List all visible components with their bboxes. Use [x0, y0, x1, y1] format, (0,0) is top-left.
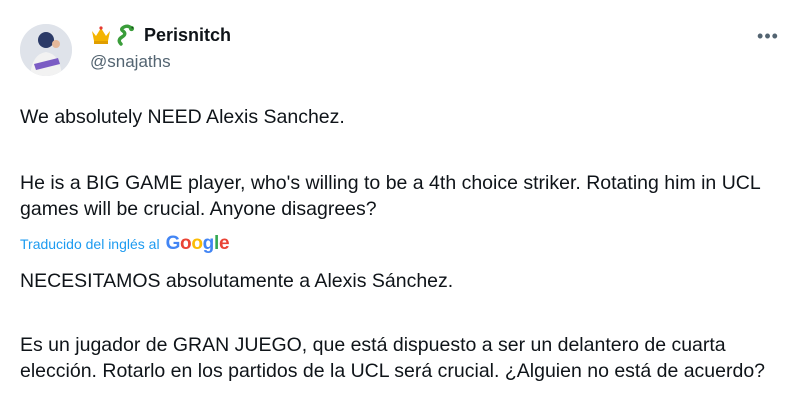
translation-notice[interactable]: Traducido del inglés al Google: [20, 233, 230, 255]
crown-icon: [92, 26, 110, 44]
translated-text-paragraph2: Es un jugador de GRAN JUEGO, que está di…: [20, 334, 766, 382]
display-name[interactable]: Perisnitch: [144, 25, 231, 46]
tweet-card: Perisnitch @snajaths ••• We absolutely N…: [0, 0, 800, 411]
google-logo: Google: [165, 233, 230, 254]
tweet-text-line1: We absolutely NEED Alexis Sanchez.: [20, 106, 345, 128]
tweet-text-paragraph2: He is a BIG GAME player, who's willing t…: [20, 172, 760, 220]
avatar[interactable]: [20, 24, 72, 76]
user-handle[interactable]: @snajaths: [90, 52, 231, 72]
snake-icon: [117, 24, 135, 46]
tweet-header: Perisnitch @snajaths: [90, 22, 231, 72]
more-options-button[interactable]: •••: [754, 26, 782, 46]
translated-label[interactable]: Traducido del inglés al: [20, 236, 160, 252]
translated-text-line1: NECESITAMOS absolutamente a Alexis Sánch…: [20, 270, 454, 292]
avatar-image: [20, 24, 72, 76]
more-options-icon: •••: [757, 25, 779, 46]
name-row: Perisnitch: [90, 22, 231, 48]
